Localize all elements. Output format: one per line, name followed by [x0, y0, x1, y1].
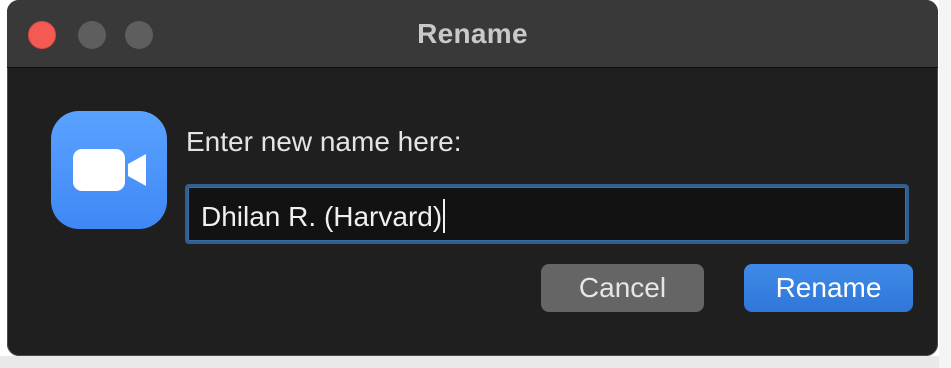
titlebar: Rename	[7, 0, 938, 68]
text-cursor	[443, 199, 446, 233]
zoom-video-camera-icon	[51, 111, 167, 229]
window-title: Rename	[417, 18, 528, 49]
prompt-label: Enter new name here:	[186, 126, 462, 157]
name-input[interactable]: Dhilan R. (Harvard)	[185, 184, 909, 244]
rename-dialog-window: Rename Enter new name here: Dhilan R. (H…	[7, 0, 938, 356]
background-area-right	[939, 0, 951, 368]
background-area	[0, 356, 951, 368]
rename-button[interactable]: Rename	[744, 264, 913, 312]
name-input-text: Dhilan R. (Harvard)	[201, 201, 443, 232]
cancel-button[interactable]: Cancel	[541, 264, 704, 312]
name-input-value[interactable]: Dhilan R. (Harvard)	[201, 199, 446, 235]
